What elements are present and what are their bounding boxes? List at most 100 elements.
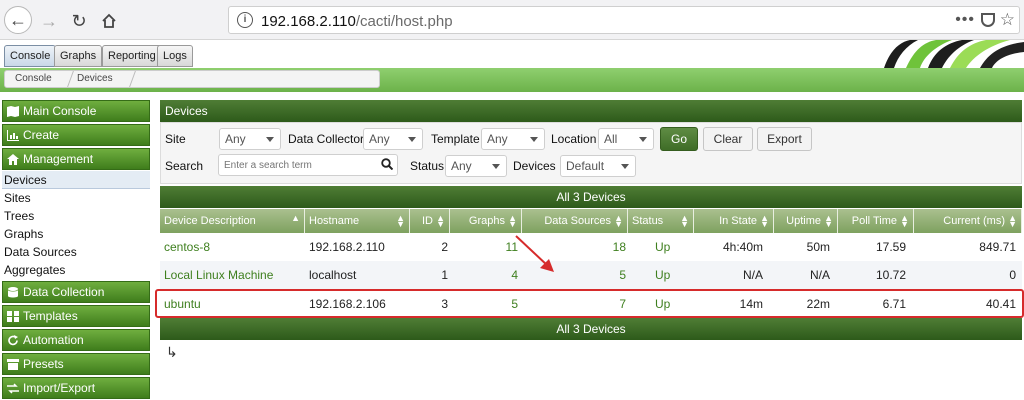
column-poll-time[interactable]: Poll Time ▲ ▼ [838, 209, 914, 233]
highlight-box [155, 289, 1024, 318]
database-icon [8, 286, 18, 297]
action-arrow-icon: ↳ [166, 344, 178, 360]
archive-icon [7, 358, 19, 370]
current-ms-cell: 849.71 [979, 240, 1016, 254]
site-select[interactable]: Any [219, 128, 281, 150]
tab-logs[interactable]: Logs [157, 45, 193, 67]
sort-icon: ▲ ▼ [614, 213, 623, 229]
location-select[interactable]: All [598, 128, 654, 150]
poll-time-cell: 10.72 [875, 268, 906, 282]
column-id[interactable]: ID ▲ ▼ [410, 209, 450, 233]
column-data-sources[interactable]: Data Sources ▲ ▼ [522, 209, 628, 233]
search-label: Search [165, 159, 204, 173]
sidebar-header-create[interactable]: Create [2, 124, 150, 146]
sort-asc-icon: ▲ [291, 213, 300, 223]
tab-graphs[interactable]: Graphs [54, 45, 103, 67]
breadcrumb: Console Devices [4, 70, 380, 88]
column-uptime[interactable]: Uptime ▲ ▼ [774, 209, 838, 233]
id-cell: 1 [441, 268, 448, 282]
pocket-icon[interactable] [981, 13, 995, 27]
sidebar-header-presets[interactable]: Presets [2, 353, 150, 375]
devices-select[interactable]: Default [560, 155, 636, 177]
column-in-state[interactable]: In State ▲ ▼ [694, 209, 774, 233]
breadcrumb-console[interactable]: Console [15, 73, 52, 84]
status-label: Status [410, 159, 445, 173]
breadcrumb-separator [120, 71, 136, 87]
chevron-down-icon [266, 137, 274, 142]
column-current-ms[interactable]: Current (ms) ▲ ▼ [914, 209, 1022, 233]
reload-icon[interactable]: ↻ [66, 8, 92, 34]
search-input[interactable] [224, 158, 374, 173]
sidebar-item-graphs[interactable]: Graphs [2, 225, 150, 243]
in-state-cell: N/A [742, 268, 763, 282]
uptime-cell: N/A [809, 268, 830, 282]
graphs-count-link[interactable]: 4 [450, 261, 518, 289]
sidebar-header-management[interactable]: Management [2, 148, 150, 170]
device-description-link[interactable]: Local Linux Machine [164, 261, 273, 289]
sidebar-header-data-collection[interactable]: Data Collection [2, 281, 150, 303]
column-hostname[interactable]: Hostname ▲ ▼ [305, 209, 410, 233]
sidebar-item-devices[interactable]: Devices [2, 171, 150, 189]
info-icon[interactable]: i [237, 12, 253, 28]
tab-reporting[interactable]: Reporting [102, 45, 162, 67]
chevron-down-icon [530, 137, 538, 142]
site-label: Site [165, 132, 186, 146]
table-header: Device Description ▲ Hostname ▲ ▼ ID ▲ ▼ Grap… [160, 209, 1022, 233]
sidebar: Main Console Create Management Devices S… [0, 98, 152, 400]
page-actions-icon[interactable]: ••• [955, 11, 975, 29]
back-arrow-icon[interactable]: ← [4, 6, 32, 34]
devices-label: Devices [513, 159, 556, 173]
template-select[interactable]: Any [481, 128, 545, 150]
sidebar-header-templates[interactable]: Templates [2, 305, 150, 327]
data-collector-select[interactable]: Any [363, 128, 423, 150]
sort-icon: ▲ ▼ [680, 213, 689, 229]
table-row[interactable]: centos-8 192.168.2.110 2 11 18 Up 4h:40m… [160, 233, 1022, 261]
graphs-count-link[interactable]: 11 [450, 233, 518, 261]
table-row[interactable]: Local Linux Machine localhost 1 4 5 Up N… [160, 261, 1022, 289]
exchange-icon [7, 382, 19, 394]
uptime-cell: 50m [806, 240, 830, 254]
sort-icon: ▲ ▼ [396, 213, 405, 229]
data-sources-count-link[interactable]: 18 [522, 233, 626, 261]
go-button[interactable]: Go [660, 127, 698, 151]
chevron-down-icon [621, 164, 629, 169]
device-description-link[interactable]: centos-8 [164, 233, 210, 261]
template-label: Template [431, 132, 480, 146]
sidebar-header-main-console[interactable]: Main Console [2, 100, 150, 122]
sidebar-item-aggregates[interactable]: Aggregates [2, 261, 150, 279]
sidebar-item-sites[interactable]: Sites [2, 189, 150, 207]
devices-count-footer: All 3 Devices [160, 318, 1022, 340]
sort-icon: ▲ ▼ [436, 213, 445, 229]
search-icon[interactable] [381, 158, 393, 170]
address-bar[interactable]: i 192.168.2.110/cacti/host.php ••• ☆ [228, 6, 1020, 34]
hostname-cell: localhost [309, 268, 357, 282]
tab-console[interactable]: Console [4, 45, 57, 67]
status-select[interactable]: Any [445, 155, 507, 177]
current-ms-cell: 0 [1009, 268, 1016, 282]
clear-button[interactable]: Clear [703, 127, 753, 151]
map-icon [7, 105, 19, 117]
column-status[interactable]: Status ▲ ▼ [628, 209, 694, 233]
search-box [218, 154, 398, 176]
breadcrumb-devices[interactable]: Devices [77, 73, 113, 84]
data-sources-count-link[interactable]: 5 [522, 261, 626, 289]
chart-icon [7, 129, 19, 141]
data-collector-label: Data Collector [288, 132, 365, 146]
sidebar-header-automation[interactable]: Automation [2, 329, 150, 351]
sort-icon: ▲ ▼ [900, 213, 909, 229]
refresh-icon [8, 334, 18, 345]
column-device-description[interactable]: Device Description ▲ [160, 209, 305, 233]
column-graphs[interactable]: Graphs ▲ ▼ [450, 209, 522, 233]
in-state-cell: 4h:40m [722, 240, 763, 254]
bookmark-star-icon[interactable]: ☆ [1000, 10, 1015, 30]
home-icon[interactable] [96, 8, 122, 34]
sidebar-item-trees[interactable]: Trees [2, 207, 150, 225]
sort-icon: ▲ ▼ [508, 213, 517, 229]
sidebar-header-import-export[interactable]: Import/Export [2, 377, 150, 399]
chevron-down-icon [639, 137, 647, 142]
export-button[interactable]: Export [757, 127, 812, 151]
forward-arrow-icon[interactable]: → [36, 8, 62, 34]
chevron-down-icon [408, 137, 416, 142]
sidebar-item-data-sources[interactable]: Data Sources [2, 243, 150, 261]
chevron-down-icon [492, 164, 500, 169]
